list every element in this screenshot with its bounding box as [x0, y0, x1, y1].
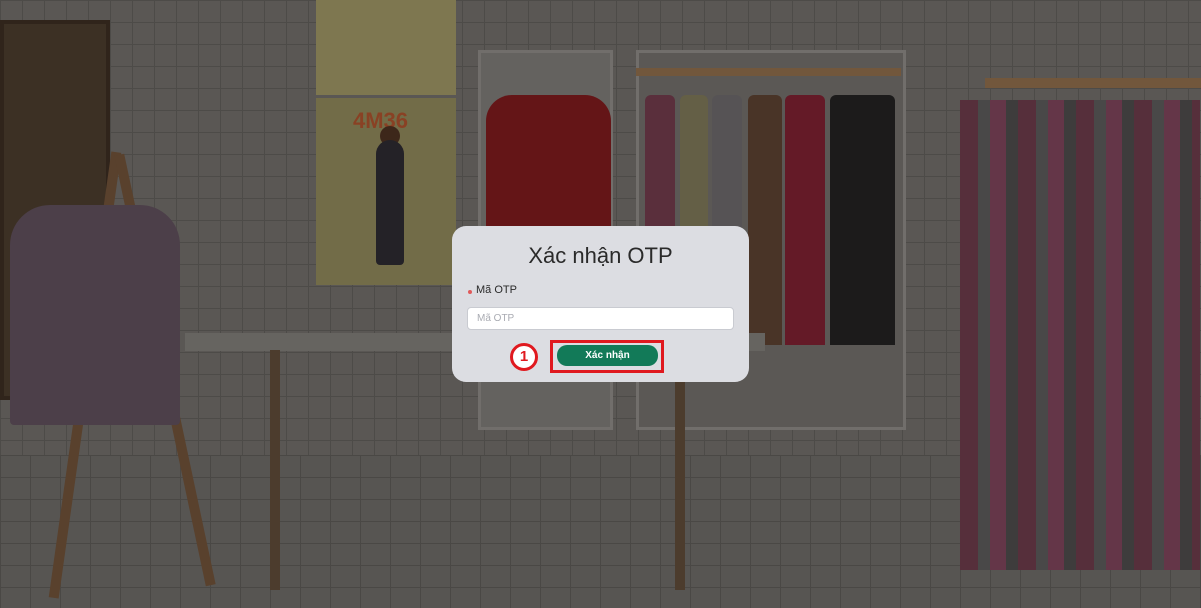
required-indicator [468, 290, 472, 294]
otp-input[interactable] [467, 307, 734, 330]
step-number-badge: 1 [510, 343, 538, 371]
modal-title: Xác nhận OTP [528, 243, 673, 268]
step-highlight-box [550, 340, 664, 373]
otp-field-label: Mã OTP [476, 284, 517, 296]
